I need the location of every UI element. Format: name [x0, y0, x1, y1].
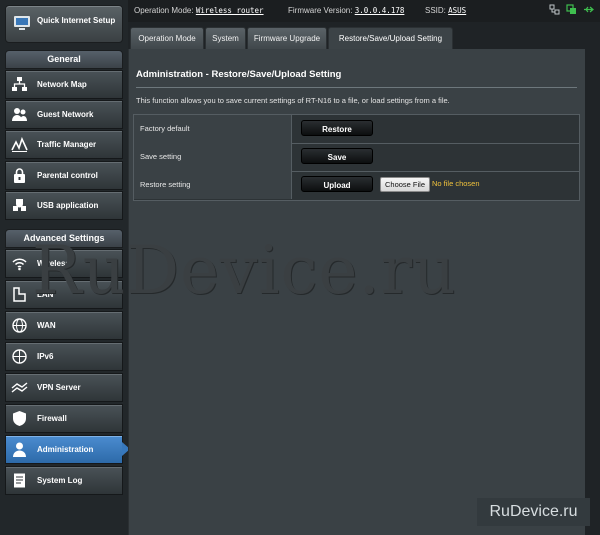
sidebar-item-label: System Log	[37, 476, 83, 485]
quick-internet-setup-button[interactable]: Quick Internet Setup	[5, 5, 123, 43]
page-description: This function allows you to save current…	[136, 96, 450, 105]
ssid-label: SSID:	[425, 6, 446, 15]
sidebar-item-wan[interactable]: WAN	[5, 311, 123, 340]
restore-button[interactable]: Restore	[301, 120, 373, 136]
firmware-version-link[interactable]: 3.0.0.4.178	[355, 6, 405, 15]
sidebar-item-label: Traffic Manager	[37, 140, 97, 149]
guest-network-icon	[12, 108, 27, 121]
sidebar-item-label: WAN	[37, 321, 56, 330]
status-bar: Operation Mode: Wireless router Firmware…	[128, 0, 600, 22]
wireless-icon	[12, 258, 27, 271]
usb-status-icon[interactable]	[583, 4, 594, 15]
tab-system[interactable]: System	[205, 27, 246, 51]
general-header: General	[5, 50, 123, 69]
ssid-link[interactable]: ASUS	[448, 6, 466, 15]
sidebar-item-label: Guest Network	[37, 110, 94, 119]
tab-restore-save-upload[interactable]: Restore/Save/Upload Setting	[328, 27, 453, 51]
tab-operation-mode[interactable]: Operation Mode	[130, 27, 204, 51]
sidebar-item-system-log[interactable]: System Log	[5, 466, 123, 495]
system-log-icon	[14, 473, 25, 488]
file-status-text: No file chosen	[432, 179, 480, 188]
page-title: Administration - Restore/Save/Upload Set…	[136, 69, 342, 80]
table-row-restore-setting: Restore setting Upload Choose File No fi…	[134, 171, 579, 199]
save-setting-label: Save setting	[134, 143, 292, 171]
internet-status-icon[interactable]	[566, 4, 577, 15]
vpn-server-icon	[11, 382, 28, 393]
sidebar-item-guest-network[interactable]: Guest Network	[5, 100, 123, 129]
sidebar-item-traffic-manager[interactable]: Traffic Manager	[5, 130, 123, 159]
sidebar-item-label: VPN Server	[37, 383, 81, 392]
table-row-save-setting: Save setting Save	[134, 143, 579, 172]
sidebar-item-ipv6[interactable]: IPv6	[5, 342, 123, 371]
wan-icon	[12, 318, 27, 333]
usb-application-icon	[13, 199, 26, 211]
table-row-factory-default: Factory default Restore	[134, 115, 579, 144]
choose-file-button[interactable]: Choose File	[380, 177, 431, 192]
firmware-label: Firmware Version:	[288, 6, 353, 15]
sidebar-item-parental-control[interactable]: Parental control	[5, 161, 123, 190]
watermark-text: RuDevice.ru	[32, 232, 457, 309]
tab-firmware-upgrade[interactable]: Firmware Upgrade	[247, 27, 327, 51]
save-button[interactable]: Save	[301, 148, 373, 164]
sidebar-item-usb-application[interactable]: USB application	[5, 191, 123, 220]
sidebar-item-label: Parental control	[37, 171, 98, 180]
sidebar-item-administration[interactable]: Administration	[5, 435, 130, 464]
parental-control-icon	[14, 168, 25, 183]
operation-mode-status: Operation Mode: Wireless router	[134, 6, 264, 15]
quick-setup-label: Quick Internet Setup	[37, 16, 116, 25]
factory-default-label: Factory default	[134, 115, 292, 143]
network-status-icon[interactable]	[549, 4, 560, 15]
traffic-manager-icon	[11, 136, 28, 152]
ssid-status: SSID: ASUS	[425, 6, 466, 15]
quick-setup-icon	[14, 16, 30, 30]
sidebar-item-label: USB application	[37, 201, 99, 210]
status-icons	[545, 4, 594, 17]
lan-icon	[13, 287, 26, 302]
sidebar-item-firewall[interactable]: Firewall	[5, 404, 123, 433]
network-map-icon	[12, 77, 27, 91]
title-divider	[136, 87, 577, 88]
settings-table: Factory default Restore Save setting Sav…	[133, 114, 580, 201]
sidebar-item-label: Firewall	[37, 414, 67, 423]
ipv6-icon	[12, 349, 27, 364]
watermark-badge: RuDevice.ru	[477, 498, 590, 526]
firmware-status: Firmware Version: 3.0.0.4.178	[288, 6, 404, 15]
sidebar-item-vpn-server[interactable]: VPN Server	[5, 373, 123, 402]
sidebar-item-label: Network Map	[37, 80, 87, 89]
sidebar-item-label: IPv6	[37, 352, 54, 361]
operation-mode-label: Operation Mode:	[134, 6, 194, 15]
administration-icon	[13, 442, 26, 457]
operation-mode-link[interactable]: Wireless router	[196, 6, 264, 15]
sidebar-item-label: Administration	[37, 445, 94, 454]
sidebar-item-network-map[interactable]: Network Map	[5, 70, 123, 99]
firewall-icon	[13, 411, 26, 426]
upload-button[interactable]: Upload	[301, 176, 373, 192]
restore-setting-label: Restore setting	[134, 171, 292, 199]
